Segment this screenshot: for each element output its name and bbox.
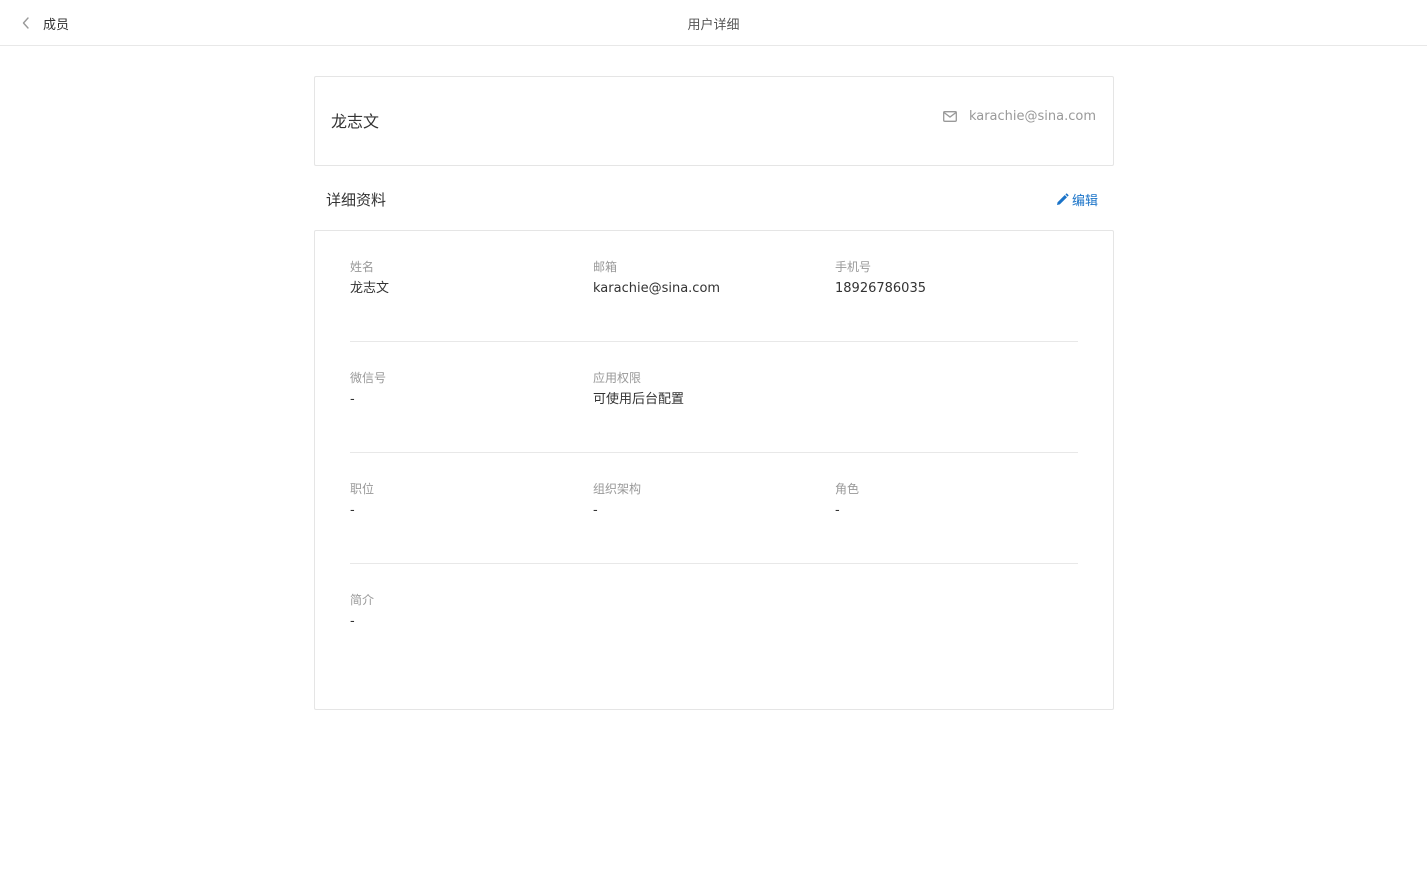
field-permission-label: 应用权限	[593, 371, 642, 385]
user-name: 龙志文	[331, 112, 380, 131]
user-summary-card: 龙志文 karachie@sina.com	[314, 76, 1114, 166]
details-card: 姓名 龙志文 邮箱 karachie@sina.com 手机号 18926786…	[314, 230, 1114, 710]
top-bar: 成员 用户详细	[0, 0, 1427, 46]
detail-row-bio: 简介 -	[350, 564, 1078, 675]
field-position: 职位 -	[350, 481, 374, 520]
field-role-label: 角色	[835, 482, 860, 496]
field-phone-value: 18926786035	[835, 281, 926, 296]
field-wechat: 微信号 -	[350, 370, 386, 409]
section-title: 详细资料	[326, 191, 387, 209]
detail-row-account: 微信号 - 应用权限 可使用后台配置	[350, 342, 1078, 453]
field-bio-value: -	[350, 614, 355, 629]
field-position-value: -	[350, 503, 355, 518]
field-role: 角色 -	[835, 481, 859, 520]
field-name-value: 龙志文	[350, 281, 390, 296]
field-email-value: karachie@sina.com	[593, 281, 721, 296]
field-org-label: 组织架构	[593, 482, 642, 496]
field-email: 邮箱 karachie@sina.com	[593, 259, 720, 298]
user-email-text: karachie@sina.com	[968, 109, 1096, 124]
detail-row-organization: 职位 - 组织架构 - 角色 -	[350, 453, 1078, 564]
details-section-header: 详细资料 编辑	[314, 186, 1114, 212]
edit-button[interactable]: 编辑	[1055, 190, 1098, 209]
field-phone-label: 手机号	[835, 260, 872, 274]
user-email: karachie@sina.com	[942, 109, 1096, 124]
field-wechat-value: -	[350, 392, 355, 407]
field-phone: 手机号 18926786035	[835, 259, 926, 298]
edit-label: 编辑	[1071, 194, 1098, 209]
field-bio-label: 简介	[350, 593, 375, 607]
field-org-value: -	[593, 503, 598, 518]
page-title: 用户详细	[687, 18, 740, 33]
field-role-value: -	[835, 503, 840, 518]
field-email-label: 邮箱	[593, 260, 618, 274]
pencil-icon	[1055, 192, 1072, 207]
detail-row-basic: 姓名 龙志文 邮箱 karachie@sina.com 手机号 18926786…	[350, 231, 1078, 342]
field-wechat-label: 微信号	[350, 371, 387, 385]
field-name: 姓名 龙志文	[350, 259, 389, 298]
field-org: 组织架构 -	[593, 481, 641, 520]
field-bio: 简介 -	[350, 592, 374, 631]
field-position-label: 职位	[350, 482, 375, 496]
field-name-label: 姓名	[350, 260, 375, 274]
envelope-icon	[942, 111, 969, 122]
field-permission-value: 可使用后台配置	[593, 392, 685, 407]
field-permission: 应用权限 可使用后台配置	[593, 370, 684, 409]
